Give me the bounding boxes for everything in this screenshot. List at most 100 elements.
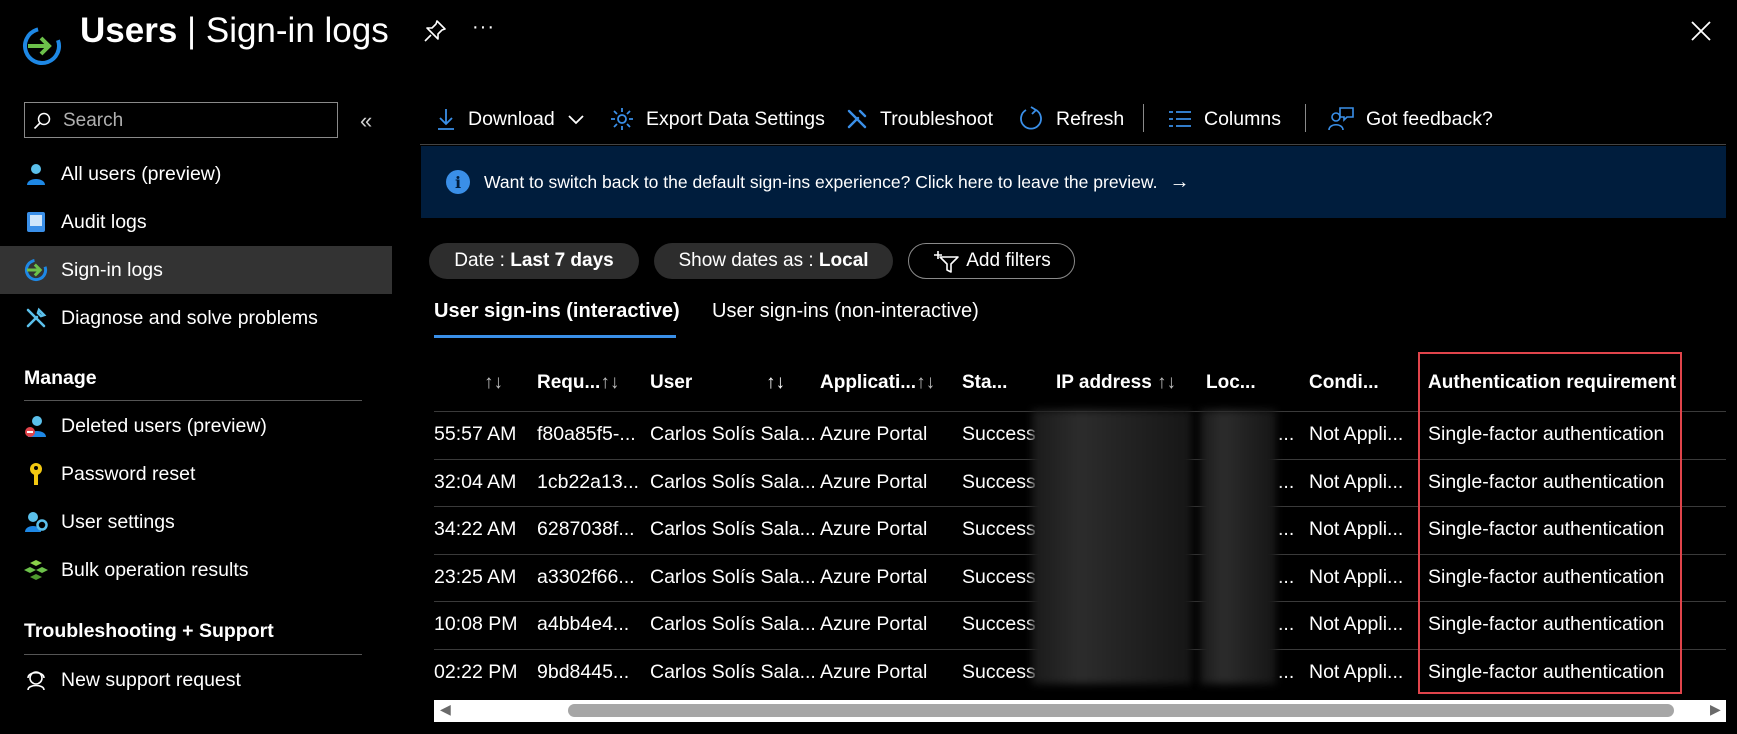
add-filters-button[interactable]: Add filters — [908, 243, 1075, 279]
cell-application: Azure Portal — [820, 565, 928, 588]
cell-date: 23:25 AM — [434, 565, 517, 588]
sidebar-item-password-reset[interactable]: Password reset — [0, 450, 392, 498]
sidebar-item-bulk-operation[interactable]: Bulk operation results — [0, 546, 392, 594]
column-header-status[interactable]: Sta... — [962, 372, 1007, 394]
cell-user: Carlos Solís Sala... — [650, 661, 816, 683]
page-title-separator: | — [177, 11, 206, 50]
sidebar-item-all-users[interactable]: All users (preview) — [0, 150, 392, 198]
scroll-left-arrow[interactable]: ◀ — [440, 701, 451, 718]
scroll-right-arrow[interactable]: ▶ — [1710, 701, 1721, 718]
sort-icon[interactable]: ↑↓ — [600, 372, 619, 393]
cell-location: ... — [1278, 565, 1295, 588]
column-header-date[interactable]: ↑↓ — [484, 372, 503, 394]
highlight-box — [1418, 352, 1682, 694]
pin-icon[interactable] — [422, 18, 448, 44]
cell-user: Carlos Solís Sala... — [650, 565, 816, 588]
cell-status: Success — [962, 565, 1036, 588]
sidebar-search[interactable] — [24, 102, 338, 138]
refresh-button[interactable]: Refresh — [1018, 104, 1124, 134]
column-header-location[interactable]: Loc... — [1206, 372, 1256, 394]
sort-icon[interactable]: ↑↓ — [766, 372, 785, 394]
support-divider — [24, 654, 362, 655]
refresh-label: Refresh — [1056, 107, 1125, 130]
sidebar-item-label: Bulk operation results — [61, 558, 249, 581]
add-filter-icon — [934, 251, 960, 273]
cell-conditional-access: Not Appli... — [1309, 565, 1404, 588]
column-header-ip[interactable]: IP address ↑↓ — [1056, 372, 1176, 394]
cell-application: Azure Portal — [820, 518, 928, 541]
chevron-down-icon — [568, 115, 584, 125]
sidebar-item-new-support-request[interactable]: New support request — [0, 656, 392, 704]
sidebar-item-label: Sign-in logs — [61, 258, 163, 281]
cell-date: 32:04 AM — [434, 470, 517, 493]
more-options-button[interactable]: ··· — [472, 16, 495, 39]
cell-conditional-access: Not Appli... — [1309, 518, 1404, 541]
sidebar-item-deleted-users[interactable]: Deleted users (preview) — [0, 402, 392, 450]
sort-icon[interactable]: ↑↓ — [916, 372, 935, 393]
sort-icon[interactable]: ↑↓ — [484, 372, 503, 393]
tab-non-interactive[interactable]: User sign-ins (non-interactive) — [712, 300, 979, 323]
cell-location: ... — [1278, 470, 1295, 493]
cell-location: ... — [1278, 518, 1295, 541]
preview-banner[interactable]: i Want to switch back to the default sig… — [421, 146, 1726, 218]
cell-location: ... — [1278, 661, 1295, 683]
show-dates-value: Local — [818, 250, 869, 271]
sidebar-item-label: Diagnose and solve problems — [61, 306, 318, 329]
cell-conditional-access: Not Appli... — [1309, 613, 1404, 636]
cell-user: Carlos Solís Sala... — [650, 518, 816, 541]
export-data-settings-button[interactable]: Export Data Settings — [610, 104, 825, 134]
sidebar-item-diagnose[interactable]: Diagnose and solve problems — [0, 294, 392, 342]
sign-in-logs-logo-icon — [23, 27, 61, 65]
page-title-rest: Sign-in logs — [205, 11, 389, 50]
cell-request-id: 9bd8445... — [537, 661, 630, 683]
cell-application: Azure Portal — [820, 661, 928, 683]
troubleshoot-label: Troubleshoot — [880, 107, 994, 130]
date-filter-pill[interactable]: Date : Last 7 days — [429, 243, 639, 279]
feedback-label: Got feedback? — [1366, 107, 1493, 130]
user-settings-icon — [23, 509, 49, 535]
sidebar-item-sign-in-logs[interactable]: Sign-in logs — [0, 246, 392, 294]
column-header-user[interactable]: User — [650, 372, 692, 394]
cell-date: 02:22 PM — [434, 661, 518, 683]
cell-date: 10:08 PM — [434, 613, 518, 636]
troubleshoot-button[interactable]: Troubleshoot — [846, 104, 993, 134]
page-title-bold: Users — [80, 11, 178, 50]
got-feedback-button[interactable]: Got feedback? — [1328, 104, 1493, 134]
cell-request-id: f80a85f5-... — [537, 423, 636, 445]
download-button[interactable]: Download — [436, 104, 585, 134]
column-header-conditional-access[interactable]: Condi... — [1309, 372, 1379, 394]
show-dates-pill[interactable]: Show dates as : Local — [654, 243, 893, 279]
date-filter-label: Date : — [454, 250, 511, 271]
add-filters-label: Add filters — [966, 250, 1051, 271]
sidebar-item-label: New support request — [61, 668, 241, 691]
sidebar-item-user-settings[interactable]: User settings — [0, 498, 392, 546]
cell-status: Success — [962, 470, 1036, 493]
column-header-request[interactable]: Requ...↑↓ — [537, 372, 619, 394]
sort-icon[interactable]: ↑↓ — [1157, 372, 1176, 393]
search-input[interactable] — [61, 107, 325, 135]
column-header-application[interactable]: Applicati...↑↓ — [820, 372, 935, 394]
wrench-icon — [23, 305, 49, 331]
info-icon: i — [446, 170, 470, 194]
close-icon[interactable] — [1688, 18, 1714, 44]
columns-button[interactable]: Columns — [1168, 104, 1281, 134]
sidebar-item-label: Audit logs — [61, 210, 147, 233]
cell-status: Success — [962, 518, 1036, 541]
cell-request-id: 1cb22a13... — [537, 470, 639, 493]
cell-application: Azure Portal — [820, 423, 928, 445]
collapse-sidebar-button[interactable]: « — [360, 108, 372, 134]
search-icon — [33, 112, 51, 130]
deleted-user-icon — [23, 413, 49, 439]
toolbar-separator — [1305, 104, 1306, 132]
toolbar-separator — [1143, 104, 1144, 132]
sidebar-item-audit-logs[interactable]: Audit logs — [0, 198, 392, 246]
feedback-icon — [1328, 107, 1354, 131]
download-icon — [438, 109, 454, 130]
cell-user: Carlos Solís Sala... — [650, 613, 816, 636]
cell-conditional-access: Not Appli... — [1309, 661, 1404, 683]
manage-heading: Manage — [24, 367, 97, 389]
tab-interactive[interactable]: User sign-ins (interactive) — [434, 300, 680, 323]
scrollbar-thumb[interactable] — [568, 704, 1674, 717]
user-icon — [23, 161, 49, 187]
cell-conditional-access: Not Appli... — [1309, 470, 1404, 493]
